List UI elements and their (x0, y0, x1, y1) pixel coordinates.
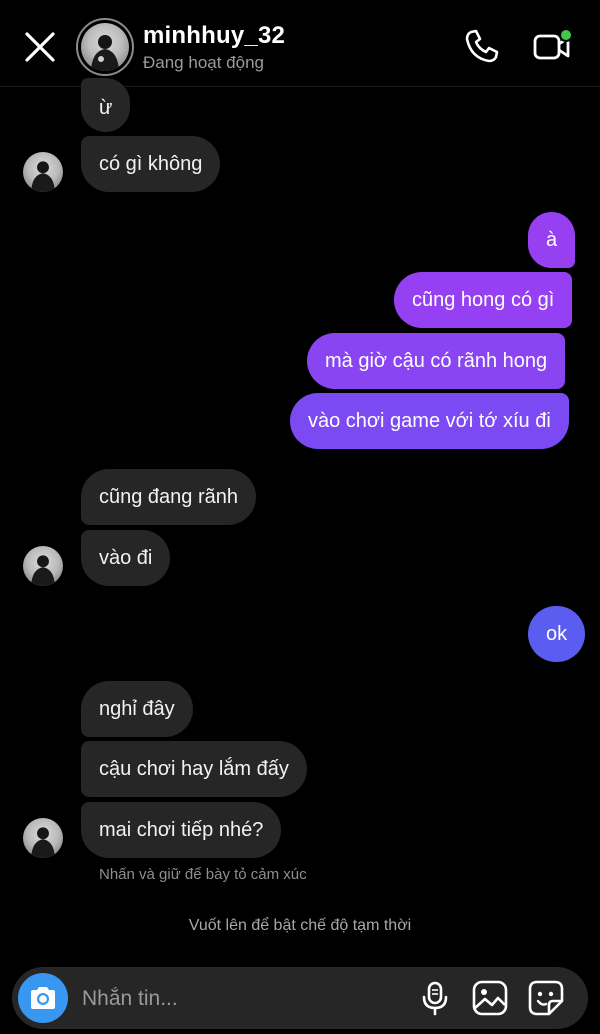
message-bubble-outgoing[interactable]: ok (528, 606, 586, 662)
active-status: Đang hoạt động (143, 53, 264, 72)
message-bubble-incoming[interactable]: vào đi (81, 530, 171, 586)
message-bubble-outgoing[interactable]: cũng hong có gì (394, 272, 573, 328)
chat-header: minhhuy_32 Đang hoạt động (0, 0, 600, 87)
microphone-icon[interactable] (416, 979, 454, 1017)
camera-icon (31, 987, 55, 1009)
contact-username[interactable]: minhhuy_32 (143, 22, 285, 50)
message-composer (12, 967, 588, 1029)
sender-avatar[interactable] (23, 818, 63, 858)
header-avatar[interactable] (76, 18, 134, 76)
avatar-image (81, 23, 129, 71)
online-dot (559, 28, 573, 42)
message-bubble-incoming[interactable]: cũng đang rãnh (81, 469, 257, 525)
message-bubble-outgoing[interactable]: mà giờ cậu có rãnh hong (307, 333, 566, 389)
message-bubble-outgoing[interactable]: à (528, 212, 576, 268)
message-bubble-incoming[interactable]: mai chơi tiếp nhé? (81, 802, 282, 858)
message-bubble-incoming[interactable]: nghỉ đây (81, 681, 193, 737)
phone-icon[interactable] (462, 26, 502, 66)
sender-avatar[interactable] (23, 546, 63, 586)
message-bubble-incoming[interactable]: cậu chơi hay lắm đấy (81, 741, 307, 797)
sender-avatar[interactable] (23, 152, 63, 192)
sticker-icon[interactable] (527, 979, 565, 1017)
gallery-icon[interactable] (471, 979, 509, 1017)
reaction-hint: Nhấn và giữ để bày tỏ cảm xúc (99, 866, 307, 883)
message-bubble-incoming[interactable]: ừ (81, 78, 131, 132)
message-bubble-incoming[interactable]: có gì không (81, 136, 221, 192)
vanish-mode-hint[interactable]: Vuốt lên để bật chế độ tạm thời (0, 917, 600, 935)
message-input[interactable] (80, 975, 394, 1023)
video-icon[interactable] (532, 26, 574, 66)
close-icon[interactable] (22, 29, 58, 65)
camera-button[interactable] (18, 973, 68, 1023)
message-bubble-outgoing[interactable]: vào chơi game với tớ xíu đi (290, 393, 569, 449)
